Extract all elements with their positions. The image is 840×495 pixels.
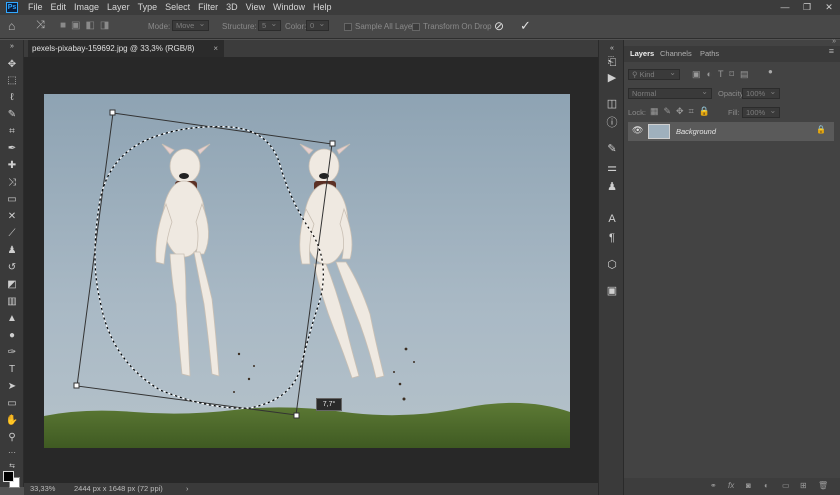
status-menu-arrow-icon[interactable]: › xyxy=(186,483,189,495)
new-group-icon[interactable]: ▭ xyxy=(782,481,790,490)
layers-panel: » Layers Channels Paths ≡ ⚲ Kind ▣◐T⌑▤ ●… xyxy=(624,38,840,495)
layer-lock-icon: 🔒 xyxy=(816,125,826,134)
brush-settings-icon[interactable]: ⚌ xyxy=(605,161,619,175)
transform-handle xyxy=(329,140,336,147)
lock-label: Lock: xyxy=(628,108,646,117)
3d-panel-icon[interactable]: ⬡ xyxy=(605,258,619,272)
fill-field[interactable]: 100% xyxy=(742,106,781,118)
link-layers-icon[interactable]: ⚭ xyxy=(710,481,717,490)
info-panel-icon[interactable]: ⓘ xyxy=(605,116,619,130)
layer-filter-row: ⚲ Kind ▣◐T⌑▤ ● xyxy=(628,67,834,82)
layer-style-fx-icon[interactable]: fx xyxy=(728,481,734,490)
transform-handle xyxy=(109,109,116,116)
layer-name[interactable]: Background xyxy=(676,127,716,136)
layers-footer: ⚭ fx ◙ ◐ ▭ ⊞ 🗑 xyxy=(624,478,840,495)
add-mask-icon[interactable]: ◙ xyxy=(746,481,751,490)
selection-outline xyxy=(94,126,324,409)
history-panel-icon[interactable]: ⎗ xyxy=(605,55,619,69)
transform-handle xyxy=(73,382,80,389)
tab-paths[interactable]: Paths xyxy=(700,49,719,58)
panel-tabs: Layers Channels Paths ≡ xyxy=(624,46,840,62)
panel-menu-icon[interactable]: ≡ xyxy=(829,46,834,56)
delete-layer-icon[interactable]: 🗑 xyxy=(818,481,828,490)
layer-filter-icons[interactable]: ▣◐T⌑▤ xyxy=(692,69,755,80)
actions-play-icon[interactable]: ▶ xyxy=(605,71,619,85)
lock-row: Lock: ▦✎✥⌗🔒 Fill: 100% xyxy=(628,106,834,120)
transform-handle xyxy=(293,412,300,419)
new-layer-icon[interactable]: ⊞ xyxy=(800,481,807,490)
blend-row: Normal Opacity: 100% xyxy=(628,87,834,101)
adjustment-layer-icon[interactable]: ◐ xyxy=(764,481,769,490)
zoom-level[interactable]: 33,33% xyxy=(30,483,55,495)
transform-bounding-box xyxy=(76,112,333,416)
tab-channels[interactable]: Channels xyxy=(660,49,692,58)
tab-layers[interactable]: Layers xyxy=(630,49,654,58)
adjustments-panel-icon[interactable]: ◫ xyxy=(605,97,619,111)
brushes-panel-icon[interactable]: ✎ xyxy=(605,142,619,156)
filter-toggle-icon[interactable]: ● xyxy=(768,67,773,76)
character-panel-icon[interactable]: A xyxy=(605,212,619,226)
panel-icon-strip: « ⎗ ▶ ◫ ⓘ ✎ ⚌ ♟ A ¶ ⬡ ▣ xyxy=(598,40,624,495)
status-bar: 33,33% 2444 px x 1648 px (72 ppi) › xyxy=(24,483,598,495)
opacity-field[interactable]: 100% xyxy=(742,87,781,99)
clone-source-icon[interactable]: ♟ xyxy=(605,180,619,194)
rotation-angle-readout: 7,7° xyxy=(316,398,342,411)
foreground-color-swatch[interactable] xyxy=(3,471,14,482)
filter-kind-dropdown[interactable]: ⚲ Kind xyxy=(628,68,680,80)
fill-label: Fill: xyxy=(728,108,740,117)
visibility-eye-icon[interactable]: 👁 xyxy=(632,125,643,136)
document-info: 2444 px x 1648 px (72 ppi) xyxy=(74,484,163,493)
layer-row-background[interactable]: 👁 Background 🔒 xyxy=(628,122,834,141)
paragraph-panel-icon[interactable]: ¶ xyxy=(605,231,619,245)
blend-mode-dropdown[interactable]: Normal xyxy=(628,87,712,99)
lock-icons[interactable]: ▦✎✥⌗🔒 xyxy=(650,106,715,117)
layer-thumbnail xyxy=(648,124,670,139)
panel-dock-collapse-icon[interactable]: » xyxy=(832,38,836,45)
panel-collapse-icon[interactable]: « xyxy=(605,42,619,56)
properties-panel-icon[interactable]: ▣ xyxy=(605,284,619,298)
